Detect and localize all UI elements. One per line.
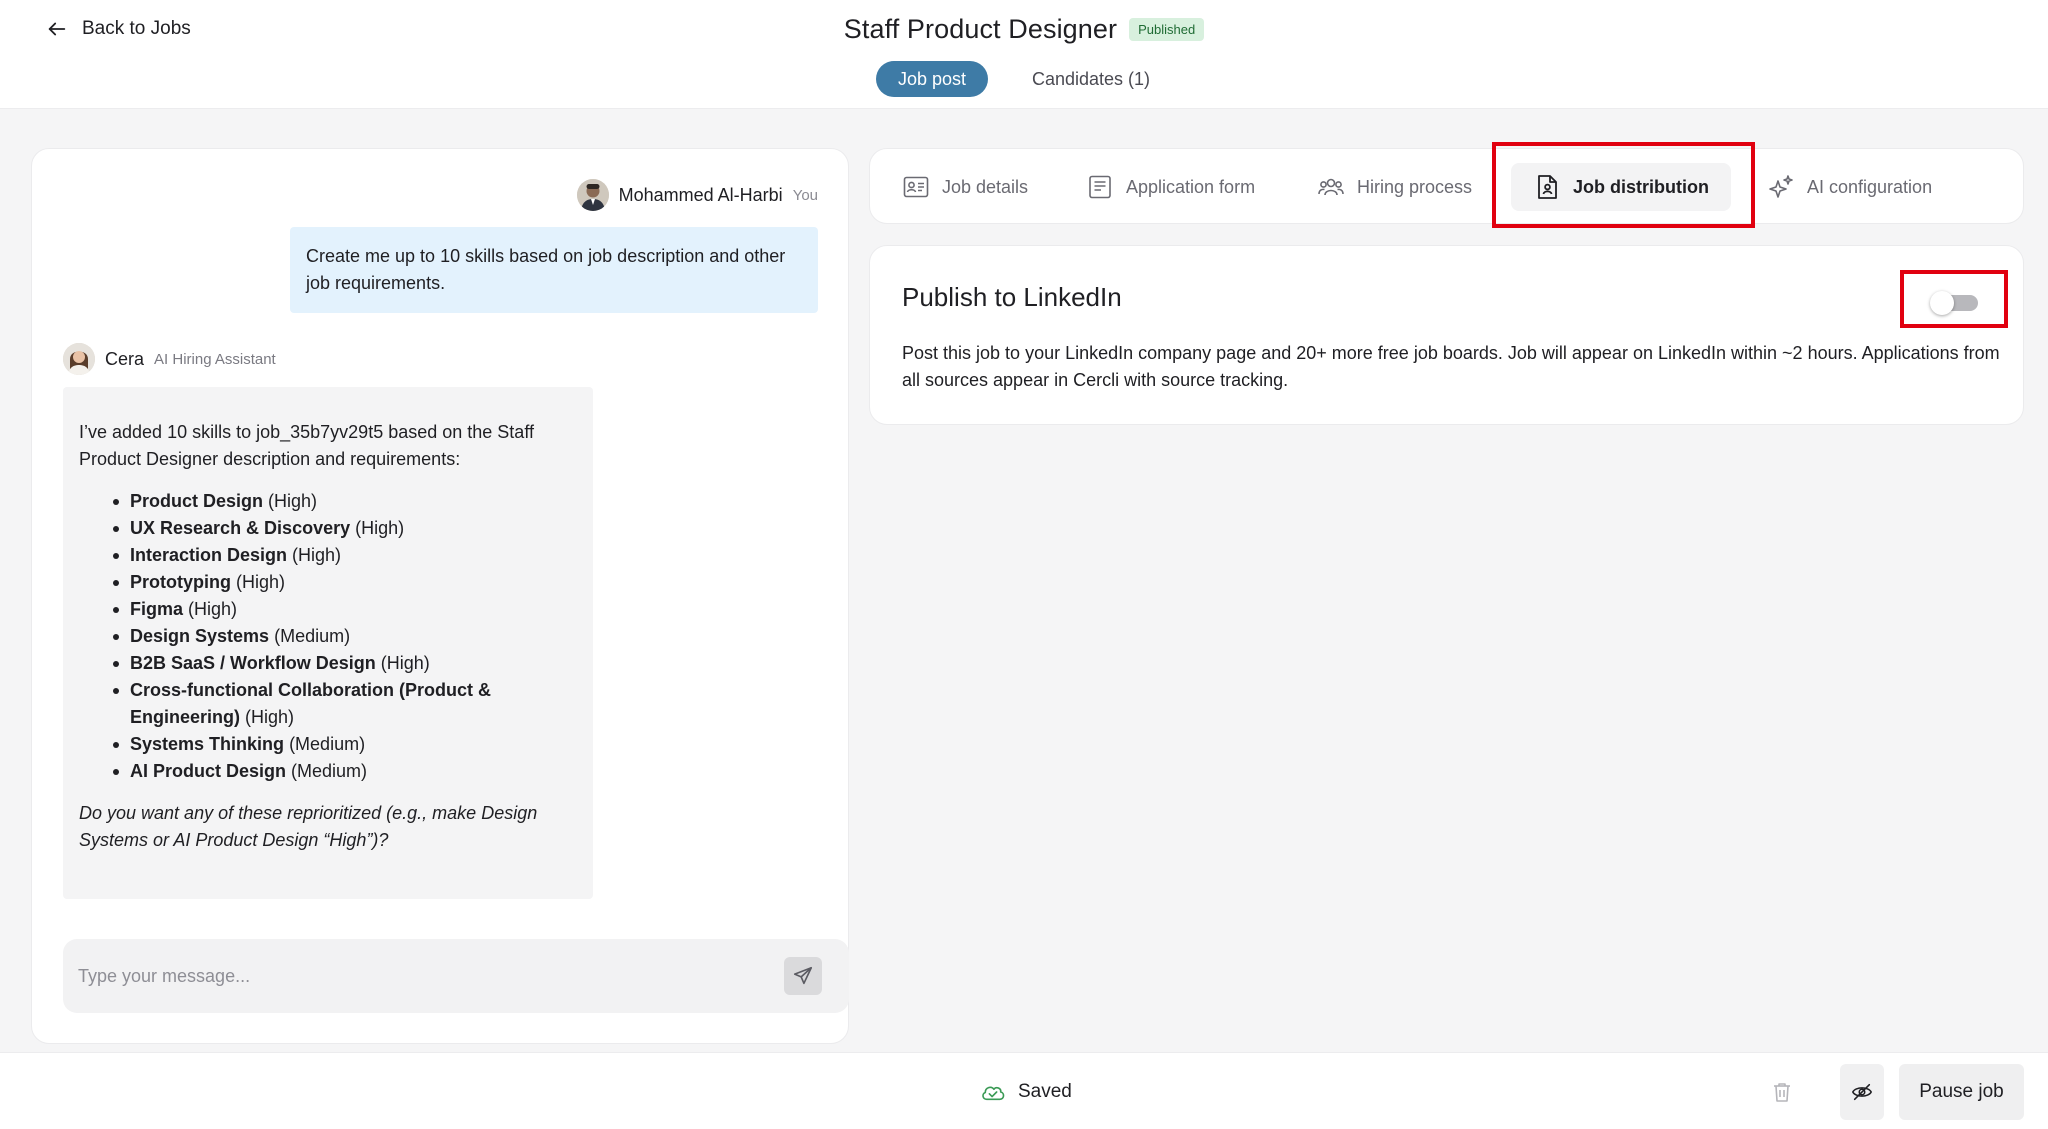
assistant-name: Cera — [105, 348, 145, 369]
assistant-message-header: Cera AI Hiring Assistant — [63, 343, 276, 375]
message-composer — [63, 939, 849, 1013]
list-item: B2B SaaS / Workflow Design (High) — [111, 650, 577, 677]
tab-label: Hiring process — [1357, 176, 1473, 197]
list-item: Product Design (High) — [111, 488, 577, 515]
publish-description: Post this job to your LinkedIn company p… — [902, 343, 2000, 390]
tab-label: Job details — [942, 176, 1029, 197]
list-item: Design Systems (Medium) — [111, 623, 577, 650]
skill-level: (High) — [268, 491, 318, 511]
skill-name: Cross-functional Collaboration (Product … — [130, 680, 492, 727]
skill-level: (Medium) — [291, 761, 368, 781]
status-badge: Published — [1129, 17, 1205, 41]
toggle-knob — [1930, 291, 1954, 315]
skill-name: AI Product Design — [130, 761, 287, 781]
page-title: Staff Product Designer — [843, 13, 1118, 44]
assistant-intro: I’ve added 10 skills to job_35b7yv29t5 b… — [79, 422, 534, 469]
tab-label: AI configuration — [1807, 176, 1933, 197]
tab-label: Application form — [1126, 176, 1256, 197]
tab-ai-configuration[interactable]: AI configuration — [1767, 167, 1932, 207]
form-icon — [1089, 175, 1111, 199]
you-tag: You — [792, 186, 818, 204]
user-name: Mohammed Al-Harbi — [618, 184, 783, 205]
list-item: AI Product Design (Medium) — [111, 758, 577, 785]
trash-icon — [1774, 1083, 1790, 1102]
skill-name: UX Research & Discovery — [130, 518, 351, 538]
publish-title: Publish to LinkedIn — [902, 282, 1122, 312]
assistant-message-bubble: I’ve added 10 skills to job_35b7yv29t5 b… — [63, 387, 593, 899]
tab-hiring-process[interactable]: Hiring process — [1317, 167, 1472, 207]
id-card-icon — [903, 176, 929, 198]
skill-level: (Medium) — [274, 626, 351, 646]
skill-level: (High) — [380, 653, 430, 673]
list-item: Figma (High) — [111, 596, 577, 623]
skills-list: Product Design (High) UX Research & Disc… — [79, 488, 577, 785]
list-item: Cross-functional Collaboration (Product … — [111, 677, 577, 731]
send-icon — [793, 966, 813, 985]
hide-job-button[interactable] — [1840, 1064, 1884, 1120]
top-bar: Back to Jobs Staff Product Designer Publ… — [0, 0, 2048, 109]
list-item: UX Research & Discovery (High) — [111, 515, 577, 542]
saved-status: Saved — [980, 1079, 1072, 1105]
skill-name: Figma — [130, 599, 184, 619]
people-icon — [1318, 178, 1344, 196]
skill-level: (Medium) — [289, 734, 366, 754]
title-group: Staff Product Designer Published — [0, 12, 2048, 46]
message-input[interactable] — [78, 957, 738, 995]
skill-name: B2B SaaS / Workflow Design — [130, 653, 376, 673]
list-item: Interaction Design (High) — [111, 542, 577, 569]
user-message-bubble: Create me up to 10 skills based on job d… — [290, 227, 818, 313]
publish-linkedin-card: Publish to LinkedIn Post this job to you… — [869, 245, 2024, 425]
user-avatar — [576, 179, 609, 211]
delete-button[interactable] — [1771, 1081, 1793, 1103]
skill-level: (High) — [245, 707, 295, 727]
skill-name: Product Design — [130, 491, 264, 511]
assistant-followup: Do you want any of these reprioritized (… — [79, 803, 538, 850]
document-person-icon — [1538, 175, 1557, 199]
saved-label: Saved — [1018, 1081, 1072, 1102]
send-button[interactable] — [784, 957, 822, 995]
section-tabs: Job details Application form Hiring proc… — [869, 148, 2024, 224]
list-item: Systems Thinking (Medium) — [111, 731, 577, 758]
skill-name: Interaction Design — [130, 545, 288, 565]
pause-job-button[interactable]: Pause job — [1899, 1064, 2024, 1120]
footer-bar: Saved Pause job — [0, 1052, 2048, 1129]
chat-panel: Mohammed Al-Harbi You Create me up to 10… — [31, 148, 849, 1044]
view-tabs: Job post Candidates (1) — [0, 61, 2048, 97]
skill-name: Systems Thinking — [130, 734, 285, 754]
skill-level: (High) — [292, 545, 342, 565]
publish-linkedin-toggle[interactable] — [1930, 291, 1980, 315]
cloud-check-icon — [982, 1086, 1005, 1101]
skill-level: (High) — [355, 518, 405, 538]
tab-label: Job distribution — [1573, 176, 1709, 197]
skill-name: Design Systems — [130, 626, 270, 646]
tab-candidates[interactable]: Candidates (1) — [1010, 61, 1172, 97]
skill-level: (High) — [188, 599, 238, 619]
tab-job-distribution[interactable]: Job distribution — [1511, 163, 1731, 211]
list-item: Prototyping (High) — [111, 569, 577, 596]
skill-name: Prototyping — [130, 572, 231, 592]
assistant-role: AI Hiring Assistant — [154, 350, 276, 368]
tab-job-post[interactable]: Job post — [875, 61, 988, 97]
skill-level: (High) — [236, 572, 286, 592]
assistant-avatar — [63, 343, 95, 375]
eye-off-icon — [1851, 1083, 1873, 1101]
user-message-header: Mohammed Al-Harbi You — [576, 179, 818, 211]
tab-job-details[interactable]: Job details — [902, 167, 1028, 207]
tab-application-form[interactable]: Application form — [1086, 167, 1255, 207]
sparkles-icon — [1769, 175, 1793, 198]
